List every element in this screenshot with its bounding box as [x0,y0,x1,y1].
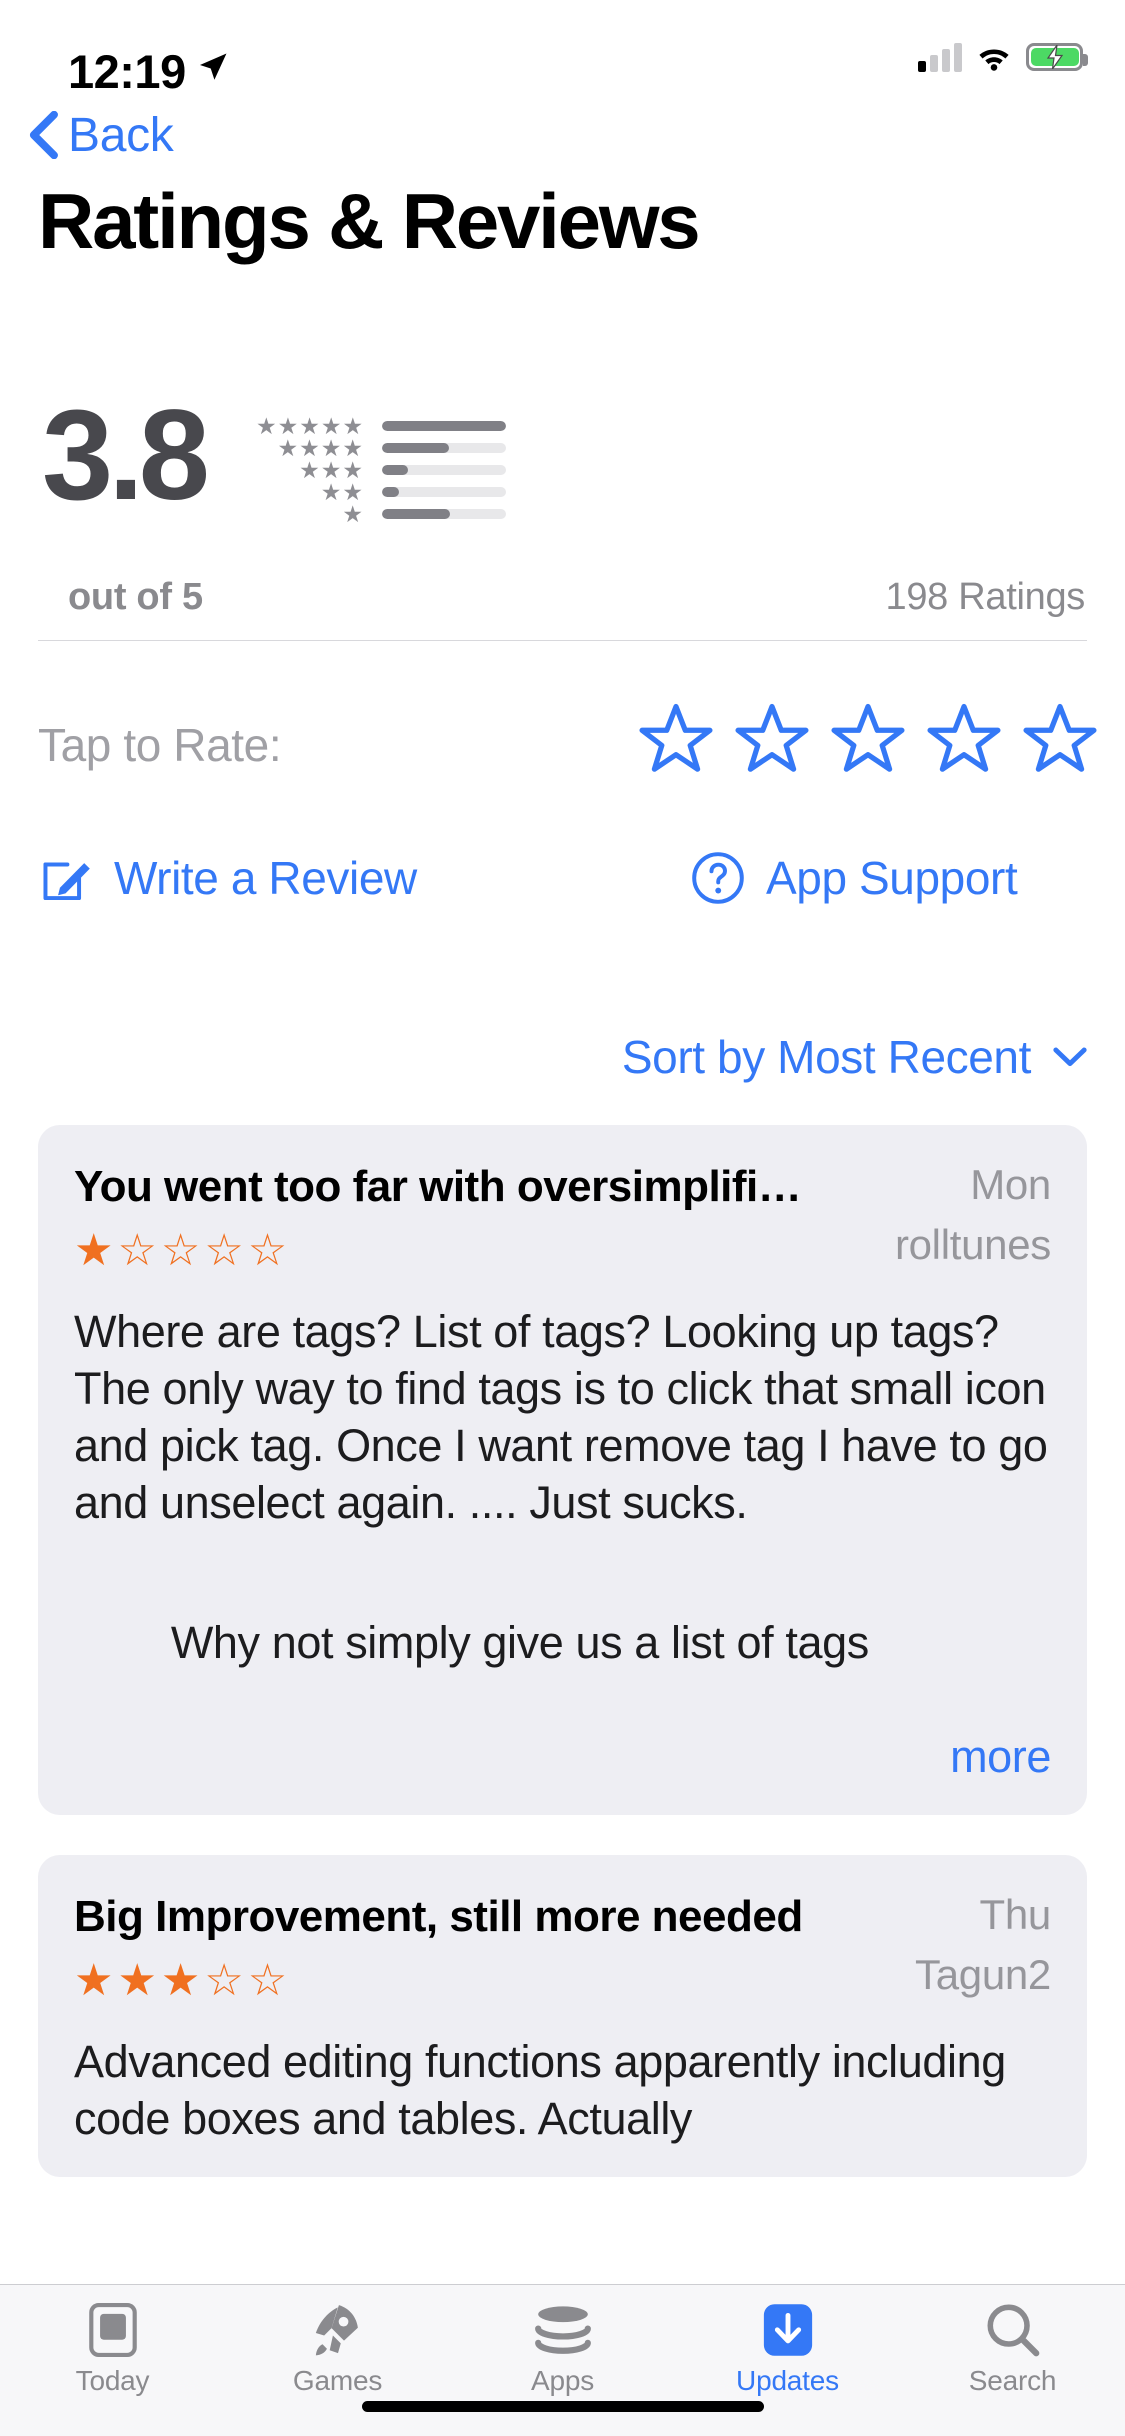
write-a-review-label: Write a Review [114,852,417,904]
star-outline-icon[interactable] [831,702,905,774]
histogram-row: ★★★★★ [256,413,688,439]
status-bar-time: 12:19 [68,45,186,98]
review-title: You went too far with oversimplifi… [74,1162,802,1211]
histogram-star-label: ★★★★ [277,435,364,461]
rocket-icon [308,2299,368,2361]
star-outline-icon[interactable] [1023,702,1097,774]
review-body: Where are tags? List of tags? Looking up… [74,1306,1060,1528]
rating-distribution-chart: ★★★★★ ★★★★ ★★★ ★★ ★ [256,413,688,527]
histogram-star-label: ★ [342,501,364,527]
review-header: You went too far with oversimplifi… Mon … [74,1159,1051,1268]
app-support-button[interactable]: App Support [690,850,1018,906]
average-rating-score: 3.8 [42,384,210,527]
review-author: Tagun2 [915,1951,1051,1998]
location-arrow-icon [199,53,227,80]
back-button-label: Back [68,108,174,162]
histogram-row: ★ [256,501,688,527]
review-date: Thu [979,1891,1052,1938]
stacked-layers-icon [532,2299,594,2361]
star-outline-icon[interactable] [735,702,809,774]
compose-pencil-icon [43,862,90,901]
chevron-left-icon [29,111,58,159]
review-body-tail-text: Why not simply give us a list of tags [170,1617,869,1668]
chevron-down-icon [1053,1047,1087,1067]
histogram-bar-track [382,509,506,519]
tab-search-label: Search [968,2365,1057,2396]
tap-to-rate-section: Tap to Rate: [0,690,1125,800]
review-actions: Write a Review App Support [0,850,1125,940]
histogram-bar-fill [382,443,449,453]
ratings-summary: 3.8 out of 5 ★★★★★ ★★★★ ★★★ ★★ ★ 198 Rat… [0,386,1125,619]
review-card[interactable]: Big Improvement, still more needed Thu T… [38,1855,1087,2177]
magnifier-icon [984,2299,1042,2361]
histogram-star-label: ★★★★★ [256,413,365,439]
histogram-star-label: ★★★ [299,457,364,483]
sort-by-button[interactable]: Sort by Most Recent [622,1030,1087,1084]
review-body-tail: Why not simply give us a list of tags mo… [74,1557,1051,1785]
tab-today[interactable]: Today [0,2285,225,2397]
histogram-bar-fill [382,421,506,431]
battery-charging-icon [1026,43,1088,71]
question-circle-icon [692,852,744,904]
cellular-signal-icon [918,42,962,72]
star-outline-icon[interactable] [927,702,1001,774]
histogram-bar-fill [382,465,409,475]
histogram-bar-track [382,465,506,475]
section-divider [38,640,1087,641]
tab-apps[interactable]: Apps [450,2285,675,2397]
navigation-bar: Back [0,96,1125,174]
histogram-bar-fill [382,487,400,497]
ratings-count-label: 198 Ratings [885,576,1085,618]
write-a-review-button[interactable]: Write a Review [38,850,417,906]
review-more-link[interactable]: more [904,1728,1051,1785]
review-header: Big Improvement, still more needed Thu T… [74,1889,1052,1998]
histogram-bar-track [382,421,506,431]
tab-today-label: Today [75,2365,150,2396]
tab-updates-label: Updates [736,2365,839,2396]
tab-games-label: Games [292,2365,383,2396]
tab-updates[interactable]: Updates [675,2285,900,2397]
review-body: Advanced editing functions apparently in… [74,2036,1018,2144]
out-of-five-label: out of 5 [68,576,203,618]
review-rating-stars: ★★★☆☆ [74,1956,292,2005]
sort-by-label: Sort by Most Recent [621,1031,1032,1083]
tab-apps-label: Apps [530,2365,595,2396]
tab-bar: Today Games Apps Updates Search [0,2284,1125,2436]
app-store-ratings-screen: 12:19 Back Ratings & Reviews 3.8 out of … [0,0,1125,2436]
star-outline-icon[interactable] [639,702,713,774]
histogram-row: ★★ [256,479,688,505]
review-card[interactable]: You went too far with oversimplifi… Mon … [38,1125,1087,1815]
reviews-list: You went too far with oversimplifi… Mon … [38,1125,1087,2217]
download-arrow-icon [760,2299,816,2361]
today-document-icon [85,2299,141,2361]
tab-search[interactable]: Search [900,2285,1125,2397]
tap-to-rate-label: Tap to Rate: [38,719,282,771]
tab-games[interactable]: Games [225,2285,450,2397]
histogram-bar-track [382,487,506,497]
app-support-label: App Support [766,852,1018,904]
histogram-row: ★★★ [256,457,688,483]
home-indicator [361,2401,764,2412]
review-date: Mon [970,1161,1051,1208]
tap-to-rate-stars[interactable] [639,702,1097,774]
histogram-star-label: ★★ [320,479,364,505]
histogram-bar-track [382,443,506,453]
histogram-bar-fill [382,509,451,519]
back-button[interactable]: Back [28,96,174,174]
page-title: Ratings & Reviews [38,177,701,265]
review-author: rolltunes [894,1221,1051,1268]
status-bar-indicators [918,42,1088,72]
histogram-row: ★★★★ [256,435,688,461]
wifi-icon [979,49,1009,71]
review-title: Big Improvement, still more needed [74,1892,803,1941]
